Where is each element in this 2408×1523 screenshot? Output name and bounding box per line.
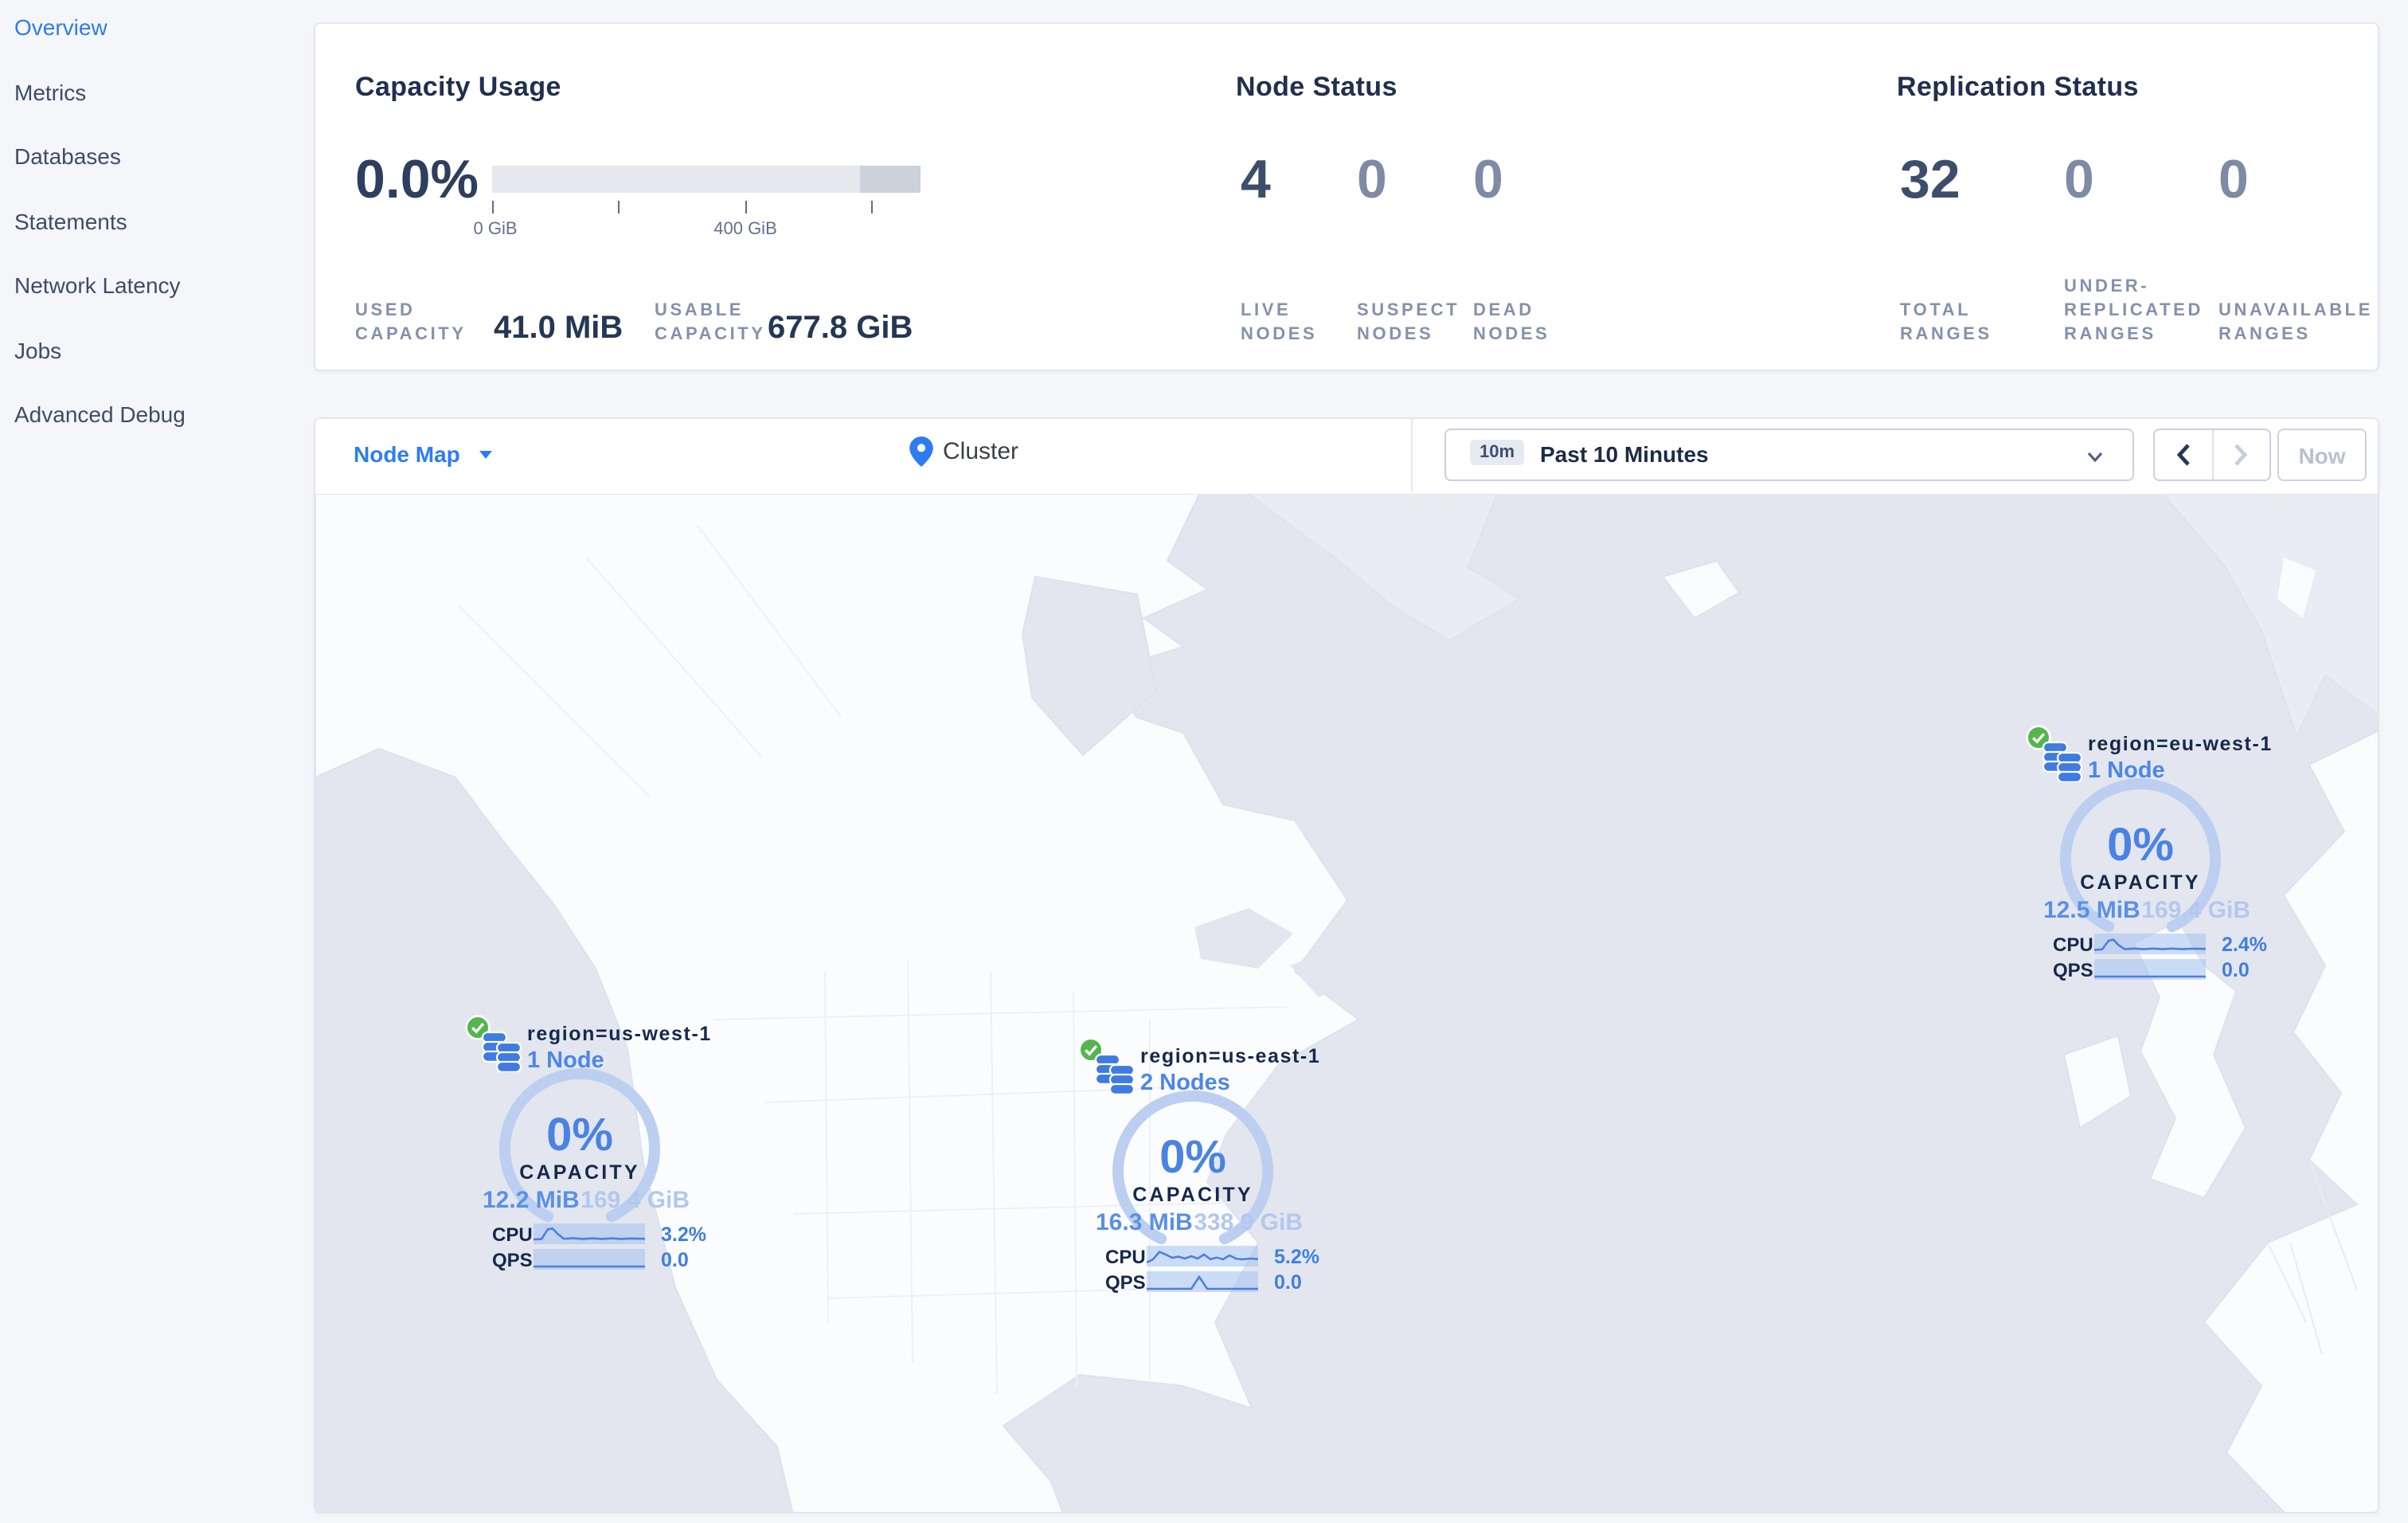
sidebar-nav: Overview Metrics Databases Statements Ne… bbox=[0, 0, 314, 1523]
time-step-back-button[interactable] bbox=[2155, 430, 2211, 480]
time-range-badge: 10m bbox=[1470, 440, 1525, 465]
world-map-graphic bbox=[315, 494, 2378, 1512]
qps-sparkline bbox=[534, 1249, 645, 1270]
breadcrumb-label: Cluster bbox=[943, 438, 1019, 465]
capacity-caption: CAPACITY bbox=[2080, 871, 2201, 894]
live-nodes-label: LIVE NODES bbox=[1241, 301, 1318, 344]
unavailable-ranges-value: 0 bbox=[2218, 150, 2249, 210]
qps-label: QPS bbox=[1105, 1271, 1146, 1294]
capacity-axis-tick bbox=[618, 201, 620, 213]
region-title: region=us-east-1 bbox=[1140, 1045, 1321, 1067]
region-title: region=us-west-1 bbox=[527, 1023, 712, 1045]
capacity-caption: CAPACITY bbox=[519, 1161, 640, 1184]
total-ranges-value: 32 bbox=[1900, 150, 1960, 210]
time-step-forward-button[interactable] bbox=[2213, 430, 2269, 480]
qps-value: 0.0 bbox=[2222, 959, 2250, 981]
capacity-usage-bar bbox=[492, 166, 921, 193]
capacity-caption: CAPACITY bbox=[1132, 1184, 1253, 1206]
used-capacity-label: USED CAPACITY bbox=[355, 301, 467, 344]
map-pin-icon bbox=[909, 437, 933, 467]
sidebar-item-databases[interactable]: Databases bbox=[14, 143, 121, 169]
under-replicated-value: 0 bbox=[2064, 150, 2094, 210]
cpu-label: CPU bbox=[1105, 1246, 1146, 1268]
capacity-used-value: 12.5 MiB bbox=[2043, 897, 2140, 924]
cluster-summary-card: Capacity Usage 0.0% 0 GiB 400 GiB USED C… bbox=[314, 22, 2379, 371]
replication-status-title: Replication Status bbox=[1897, 72, 2139, 102]
sidebar-item-jobs[interactable]: Jobs bbox=[14, 338, 61, 363]
capacity-axis-tick bbox=[745, 201, 747, 213]
qps-sparkline bbox=[2094, 959, 2206, 980]
time-step-arrows bbox=[2153, 429, 2271, 481]
time-range-label: Past 10 Minutes bbox=[1540, 441, 1709, 467]
cpu-sparkline bbox=[2094, 934, 2206, 954]
caret-down-icon bbox=[479, 451, 492, 459]
capacity-total-value: 169.4 GiB bbox=[2141, 897, 2250, 924]
sidebar-item-metrics[interactable]: Metrics bbox=[14, 80, 86, 105]
capacity-percent: 0% bbox=[546, 1110, 613, 1161]
capacity-axis-tick bbox=[492, 201, 494, 213]
chevron-right-icon bbox=[2234, 444, 2248, 466]
sidebar-item-overview[interactable]: Overview bbox=[14, 14, 108, 40]
used-capacity-value: 41.0 MiB bbox=[494, 311, 624, 346]
chevron-left-icon bbox=[2176, 444, 2190, 466]
cpu-label: CPU bbox=[492, 1223, 533, 1246]
capacity-usage-percent: 0.0% bbox=[355, 150, 479, 210]
map-toolbar: Node Map Cluster 10m Past 10 Minutes Now bbox=[315, 419, 2378, 495]
region-marker-eu-west-1[interactable]: region=eu-west-1 1 Node 0% CAPACITY 12.5… bbox=[2021, 715, 2276, 1002]
dead-nodes-value: 0 bbox=[1473, 150, 1503, 210]
capacity-used-value: 12.2 MiB bbox=[483, 1187, 580, 1214]
region-title: region=eu-west-1 bbox=[2088, 733, 2273, 755]
region-marker-us-west-1[interactable]: region=us-west-1 1 Node 0% CAPACITY 12.2… bbox=[460, 1005, 715, 1292]
dead-nodes-label: DEAD NODES bbox=[1473, 301, 1550, 344]
world-map: region=us-west-1 1 Node 0% CAPACITY 12.2… bbox=[315, 494, 2378, 1512]
capacity-axis-label-mid: 400 GiB bbox=[713, 220, 777, 239]
sidebar-item-advanced-debug[interactable]: Advanced Debug bbox=[14, 401, 186, 427]
cpu-sparkline bbox=[534, 1223, 645, 1244]
time-range-selector[interactable]: 10m Past 10 Minutes bbox=[1444, 429, 2134, 481]
qps-label: QPS bbox=[492, 1249, 533, 1271]
locality-breadcrumb[interactable]: Cluster bbox=[909, 437, 1018, 467]
capacity-bar-tail-segment bbox=[859, 166, 921, 193]
total-ranges-label: TOTAL RANGES bbox=[1900, 301, 1992, 344]
qps-value: 0.0 bbox=[1274, 1271, 1302, 1294]
sidebar-item-statements[interactable]: Statements bbox=[14, 209, 127, 234]
capacity-total-value: 338.9 GiB bbox=[1194, 1209, 1303, 1236]
toolbar-divider bbox=[1411, 419, 1413, 492]
cpu-label: CPU bbox=[2053, 934, 2093, 956]
cpu-value: 5.2% bbox=[1274, 1246, 1319, 1268]
suspect-nodes-label: SUSPECT NODES bbox=[1357, 301, 1460, 344]
capacity-axis-label-zero: 0 GiB bbox=[473, 220, 518, 239]
node-map-card: Node Map Cluster 10m Past 10 Minutes Now… bbox=[314, 417, 2379, 1513]
view-mode-dropdown[interactable]: Node Map bbox=[354, 441, 492, 467]
capacity-percent: 0% bbox=[2107, 820, 2174, 871]
capacity-usage-title: Capacity Usage bbox=[355, 72, 561, 102]
qps-value: 0.0 bbox=[661, 1249, 689, 1271]
qps-label: QPS bbox=[2053, 959, 2093, 981]
db-console-overview-page: Overview Metrics Databases Statements Ne… bbox=[0, 0, 2408, 1523]
capacity-percent: 0% bbox=[1159, 1133, 1226, 1184]
capacity-axis-tick bbox=[871, 201, 873, 213]
region-marker-us-east-1[interactable]: region=us-east-1 2 Nodes 0% CAPACITY 16.… bbox=[1073, 1028, 1328, 1314]
chevron-down-icon bbox=[2087, 452, 2103, 463]
unavailable-ranges-label: UNAVAILABLE RANGES bbox=[2218, 301, 2373, 344]
cpu-value: 3.2% bbox=[661, 1223, 706, 1246]
capacity-used-value: 16.3 MiB bbox=[1096, 1209, 1193, 1236]
node-status-title: Node Status bbox=[1236, 72, 1398, 102]
now-button[interactable]: Now bbox=[2277, 429, 2367, 481]
under-replicated-label: UNDER-REPLICATED RANGES bbox=[2064, 277, 2203, 344]
cpu-value: 2.4% bbox=[2222, 934, 2267, 956]
live-nodes-value: 4 bbox=[1241, 150, 1271, 210]
view-mode-label: Node Map bbox=[354, 441, 460, 467]
usable-capacity-value: 677.8 GiB bbox=[768, 311, 913, 346]
sidebar-item-network-latency[interactable]: Network Latency bbox=[14, 272, 181, 298]
qps-sparkline bbox=[1147, 1271, 1258, 1292]
suspect-nodes-value: 0 bbox=[1357, 150, 1387, 210]
usable-capacity-label: USABLE CAPACITY bbox=[655, 301, 766, 344]
cpu-sparkline bbox=[1147, 1246, 1258, 1267]
capacity-total-value: 169.4 GiB bbox=[580, 1187, 690, 1214]
